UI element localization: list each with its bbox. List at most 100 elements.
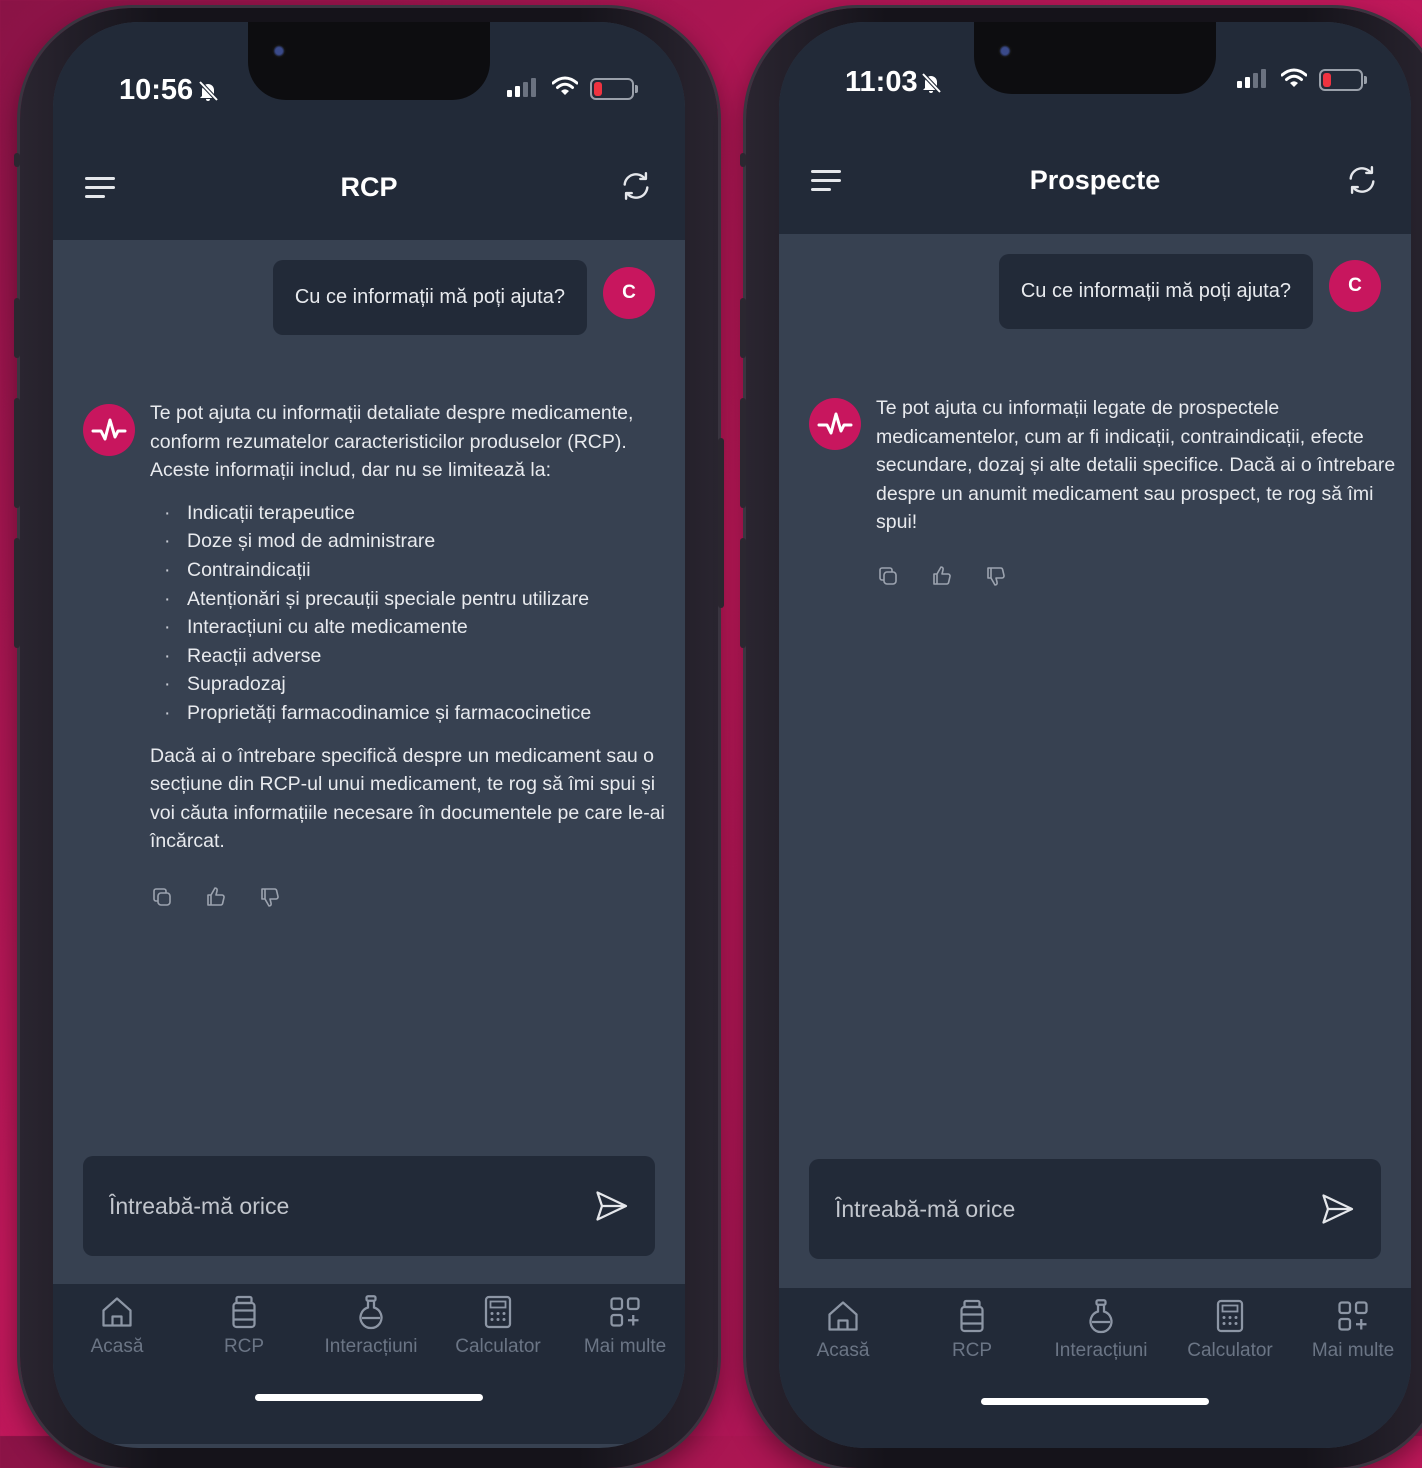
- tab-mai-multe[interactable]: Mai multe: [1289, 1298, 1411, 1362]
- mute-switch: [14, 153, 20, 167]
- screen: 10:56 RCP Cu ce informații mă poți ajuta…: [53, 22, 685, 1448]
- copy-icon[interactable]: [150, 885, 174, 909]
- tab-label: Mai multe: [1311, 1340, 1395, 1361]
- grid-plus-icon: [610, 1297, 640, 1327]
- list-item: Proprietăți farmacodinamice și farmacoci…: [164, 699, 680, 728]
- list-item: Indicații terapeutice: [164, 499, 680, 528]
- tab-label: RCP: [223, 1336, 265, 1357]
- tab-acasa[interactable]: Acasă: [53, 1294, 181, 1358]
- message-input[interactable]: [833, 1159, 1291, 1259]
- assistant-outro: Dacă ai o întrebare specifică despre un …: [150, 744, 665, 853]
- front-camera: [998, 44, 1012, 58]
- refresh-icon[interactable]: [1345, 163, 1379, 197]
- power-button: [718, 438, 724, 608]
- message-input[interactable]: [107, 1156, 565, 1256]
- refresh-icon[interactable]: [619, 169, 653, 203]
- info-list: Indicații terapeutice Doze și mod de adm…: [150, 499, 680, 728]
- bottom-tab-bar: Acasă RCP Interacțiuni Calculator Mai mu…: [779, 1288, 1411, 1448]
- side-button: [14, 538, 20, 648]
- home-indicator[interactable]: [255, 1394, 483, 1401]
- thumbs-up-icon[interactable]: [930, 564, 954, 588]
- phone-prospecte: 11:03 Prospecte Cu ce informații mă poți…: [740, 8, 1422, 1468]
- user-avatar: C: [1329, 260, 1381, 312]
- list-item: Supradozaj: [164, 670, 680, 699]
- home-indicator[interactable]: [981, 1398, 1209, 1405]
- front-camera: [272, 44, 286, 58]
- notch: [248, 22, 490, 100]
- tab-interactiuni[interactable]: Interacțiuni: [1037, 1298, 1165, 1362]
- cellular-signal-icon: [507, 78, 536, 97]
- volume-up-button: [14, 298, 20, 358]
- tab-rcp[interactable]: RCP: [908, 1298, 1036, 1362]
- page-title: RCP: [340, 172, 398, 202]
- mute-switch: [740, 153, 746, 167]
- assistant-avatar: [809, 398, 861, 450]
- tab-label: Interacțiuni: [1054, 1340, 1148, 1361]
- tab-calculator[interactable]: Calculator: [1166, 1298, 1294, 1362]
- tab-acasa[interactable]: Acasă: [779, 1298, 907, 1362]
- battery-icon: [1319, 69, 1367, 91]
- bell-muted-icon: [921, 72, 942, 94]
- tab-rcp[interactable]: RCP: [180, 1294, 308, 1358]
- flask-icon: [359, 1295, 383, 1330]
- status-time: 11:03: [845, 66, 918, 98]
- cellular-signal-icon: [1237, 69, 1266, 88]
- send-icon[interactable]: [1319, 1191, 1355, 1227]
- assistant-message: Te pot ajuta cu informații legate de pro…: [876, 394, 1406, 537]
- user-message-bubble: Cu ce informații mă poți ajuta?: [998, 254, 1313, 329]
- thumbs-down-icon[interactable]: [984, 564, 1008, 588]
- bottle-icon: [960, 1299, 984, 1333]
- tab-interactiuni[interactable]: Interacțiuni: [307, 1294, 435, 1358]
- tab-label: Calculator: [1187, 1340, 1273, 1361]
- tab-label: Interacțiuni: [324, 1336, 418, 1357]
- tab-label: Acasă: [90, 1336, 144, 1357]
- user-message-bubble: Cu ce informații mă poți ajuta?: [272, 260, 587, 335]
- volume-down-button: [740, 398, 746, 508]
- wifi-icon: [1281, 68, 1307, 87]
- message-composer: [83, 1156, 655, 1256]
- phone-rcp: 10:56 RCP Cu ce informații mă poți ajuta…: [14, 8, 724, 1468]
- tab-mai-multe[interactable]: Mai multe: [561, 1294, 685, 1358]
- volume-down-button: [14, 398, 20, 508]
- battery-icon: [590, 78, 638, 100]
- side-button: [740, 538, 746, 648]
- page-title: Prospecte: [1029, 165, 1161, 195]
- message-actions: [150, 885, 282, 909]
- pulse-icon: [91, 418, 127, 441]
- bottle-icon: [232, 1295, 256, 1329]
- wifi-icon: [552, 76, 578, 95]
- user-avatar: C: [603, 267, 655, 319]
- notch: [974, 22, 1216, 94]
- assistant-intro: Te pot ajuta cu informații detaliate des…: [150, 402, 634, 482]
- volume-up-button: [740, 298, 746, 358]
- tab-calculator[interactable]: Calculator: [434, 1294, 562, 1358]
- message-composer: [809, 1159, 1381, 1259]
- assistant-avatar: [83, 404, 135, 456]
- list-item: Doze și mod de administrare: [164, 527, 680, 556]
- copy-icon[interactable]: [876, 564, 900, 588]
- assistant-intro: Te pot ajuta cu informații legate de pro…: [876, 397, 1396, 534]
- thumbs-up-icon[interactable]: [204, 885, 228, 909]
- list-item: Contraindicații: [164, 556, 680, 585]
- home-icon: [102, 1297, 132, 1327]
- pulse-icon: [817, 412, 853, 435]
- status-time: 10:56: [119, 74, 194, 106]
- calculator-icon: [484, 1295, 512, 1329]
- list-item: Interacțiuni cu alte medicamente: [164, 613, 680, 642]
- home-icon: [828, 1301, 858, 1331]
- bottom-tab-bar: Acasă RCP Interacțiuni Calculator Mai mu…: [53, 1284, 685, 1444]
- tab-label: Acasă: [816, 1340, 870, 1361]
- send-icon[interactable]: [593, 1188, 629, 1224]
- assistant-message: Te pot ajuta cu informații detaliate des…: [150, 399, 680, 856]
- tab-label: Calculator: [455, 1336, 541, 1357]
- message-actions: [876, 564, 1008, 588]
- tab-label: RCP: [951, 1340, 993, 1361]
- thumbs-down-icon[interactable]: [258, 885, 282, 909]
- bell-muted-icon: [198, 80, 219, 102]
- list-item: Reacții adverse: [164, 642, 680, 671]
- list-item: Atenționări și precauții speciale pentru…: [164, 585, 680, 614]
- tab-label: Mai multe: [583, 1336, 667, 1357]
- grid-plus-icon: [1338, 1301, 1368, 1331]
- screen: 11:03 Prospecte Cu ce informații mă poți…: [779, 22, 1411, 1448]
- calculator-icon: [1216, 1299, 1244, 1333]
